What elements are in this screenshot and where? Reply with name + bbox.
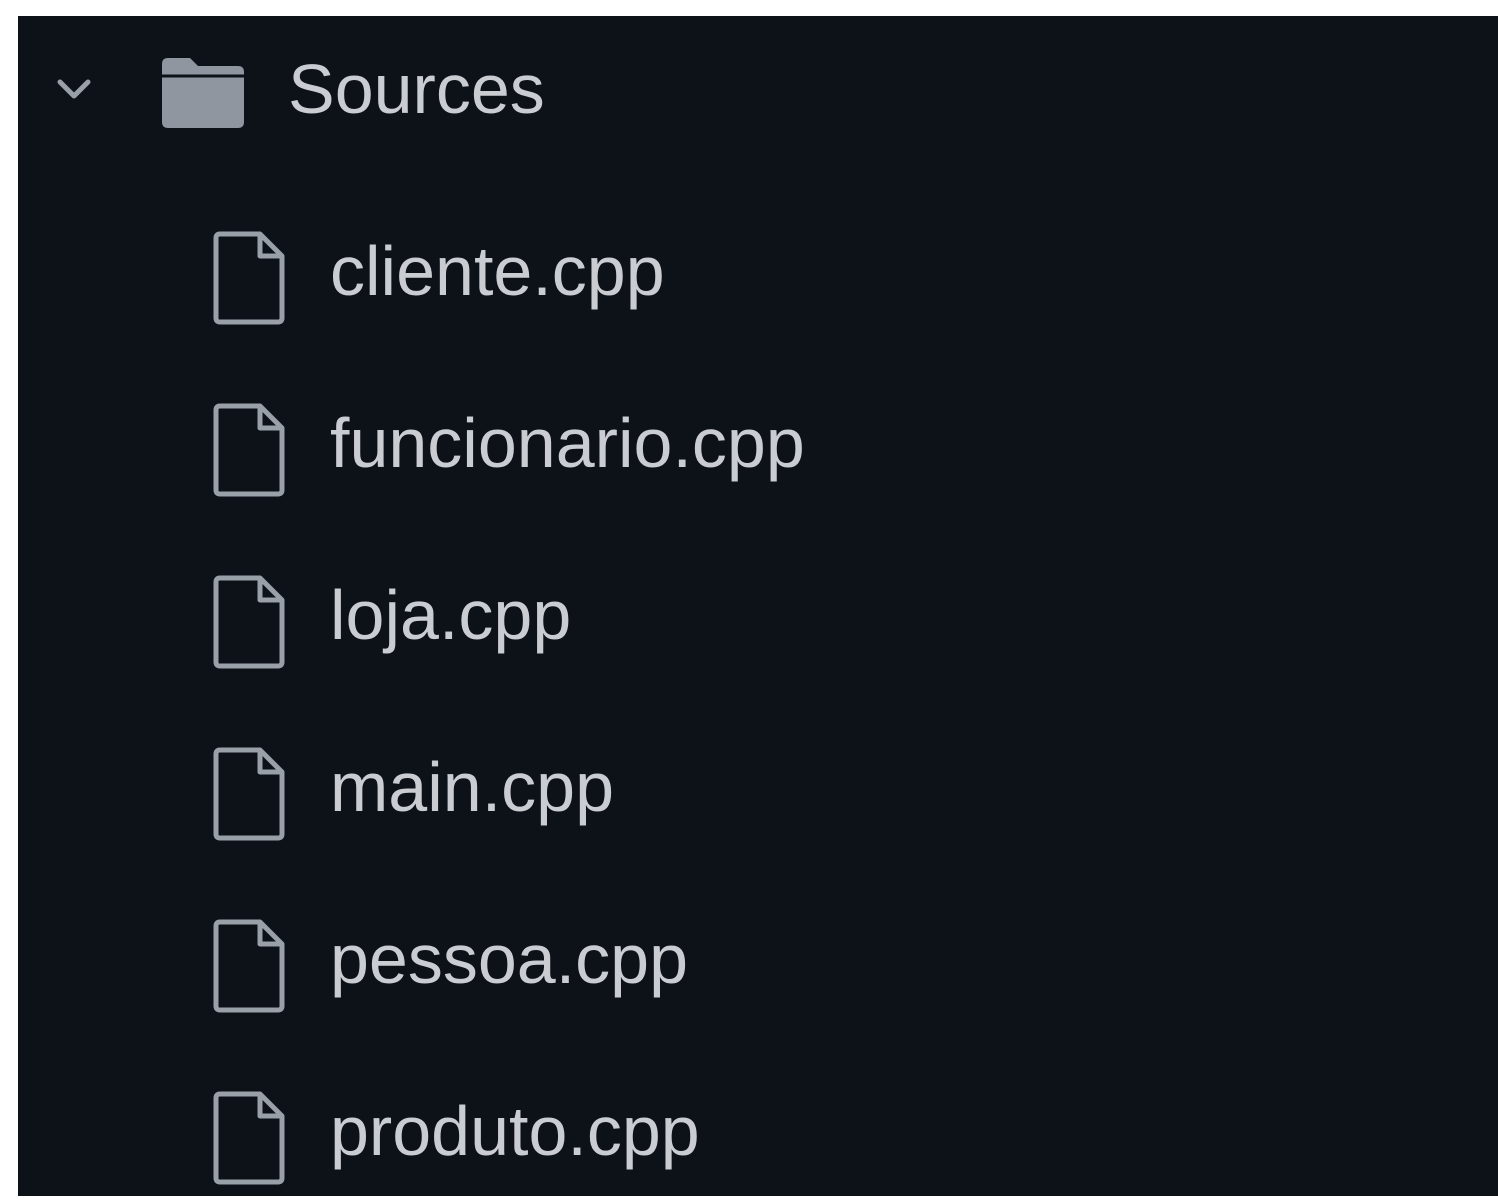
file-label: loja.cpp [330, 576, 572, 654]
file-icon [213, 1091, 285, 1185]
file-label: pessoa.cpp [330, 920, 689, 998]
file-label: main.cpp [330, 748, 615, 826]
file-icon [213, 231, 285, 325]
file-explorer-panel: Sources cliente.cpp funcionario.cpp loja… [18, 16, 1498, 1196]
file-icon [213, 403, 285, 497]
file-label: produto.cpp [330, 1092, 700, 1170]
file-list: cliente.cpp funcionario.cpp loja.cpp mai… [18, 16, 1498, 1196]
file-icon [213, 575, 285, 669]
list-item-pessoa-cpp[interactable]: pessoa.cpp [18, 878, 1498, 1028]
list-item-loja-cpp[interactable]: loja.cpp [18, 534, 1498, 684]
file-icon [213, 919, 285, 1013]
list-item-produto-cpp[interactable]: produto.cpp [18, 1050, 1498, 1200]
list-item-cliente-cpp[interactable]: cliente.cpp [18, 190, 1498, 340]
file-label: funcionario.cpp [330, 404, 805, 482]
list-item-main-cpp[interactable]: main.cpp [18, 706, 1498, 856]
file-label: cliente.cpp [330, 232, 665, 310]
file-icon [213, 747, 285, 841]
list-item-funcionario-cpp[interactable]: funcionario.cpp [18, 362, 1498, 512]
